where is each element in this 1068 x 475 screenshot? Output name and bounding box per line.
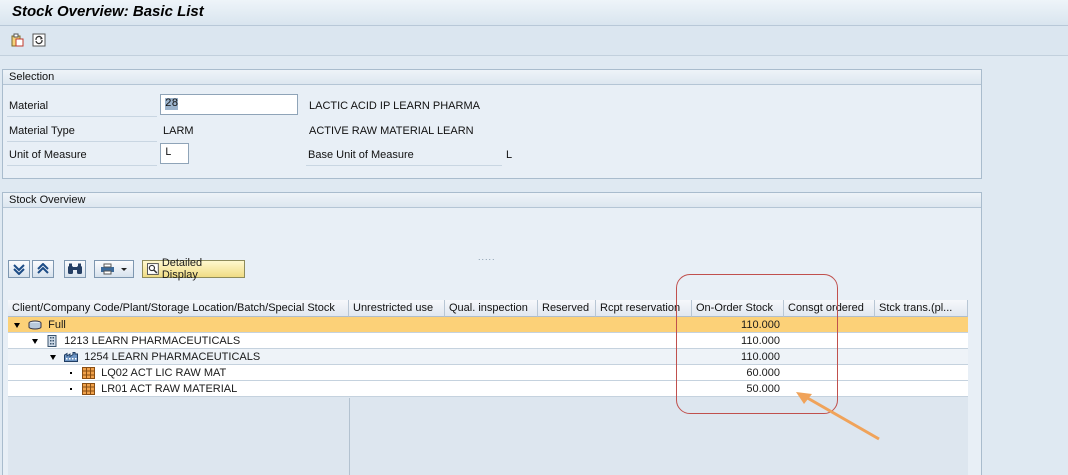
selection-header: Selection <box>3 70 981 85</box>
dropdown-arrow-icon <box>121 268 127 271</box>
material-description: LACTIC ACID IP LEARN PHARMA <box>309 100 480 112</box>
column-header-qual-inspection[interactable]: Qual. inspection <box>445 300 538 317</box>
expand-all-icon[interactable] <box>8 260 30 278</box>
company-code-icon <box>47 335 57 348</box>
uom-label: Unit of Measure <box>9 149 87 161</box>
selection-group: Selection <box>2 69 982 179</box>
row-label: 1254 LEARN PHARMACEUTICALS <box>84 351 261 363</box>
collapse-node-icon[interactable] <box>32 338 38 344</box>
material-label: Material <box>9 100 49 112</box>
column-header-stock-transfer[interactable]: Stck trans.(pl... <box>875 300 968 317</box>
material-input-value: 28 <box>165 98 179 110</box>
collapse-node-icon[interactable] <box>50 354 56 360</box>
storage-location-icon <box>82 383 96 396</box>
refresh-icon[interactable] <box>31 32 47 48</box>
material-label-line <box>7 116 157 117</box>
title-bar: Stock Overview: Basic List <box>0 0 1068 26</box>
row-label: LQ02 ACT LIC RAW MAT <box>101 367 227 379</box>
column-header-unrestricted[interactable]: Unrestricted use <box>349 300 445 317</box>
printer-icon <box>101 263 114 275</box>
binoculars-icon[interactable] <box>64 260 86 278</box>
uom-label-line <box>7 165 157 166</box>
material-type-label-line <box>7 141 157 142</box>
column-header-reserved[interactable]: Reserved <box>538 300 596 317</box>
splitter-handle[interactable]: ..... <box>478 252 496 262</box>
material-type-label: Material Type <box>9 125 75 137</box>
row-label: 1213 LEARN PHARMACEUTICALS <box>64 335 241 347</box>
material-input[interactable]: 28 <box>160 94 298 115</box>
column-header-hierarchy[interactable]: Client/Company Code/Plant/Storage Locati… <box>8 300 349 317</box>
clipboard-icon[interactable] <box>9 32 25 48</box>
stock-overview-header: Stock Overview <box>3 193 981 208</box>
annotation-arrow-icon <box>796 392 880 441</box>
uom-input[interactable]: L <box>160 143 189 164</box>
base-uom-label: Base Unit of Measure <box>308 149 414 161</box>
detailed-display-button[interactable]: Detailed Display <box>142 257 245 281</box>
plant-icon <box>64 352 79 363</box>
print-menu-button[interactable] <box>94 260 134 278</box>
leaf-bullet <box>70 372 72 375</box>
database-icon <box>28 320 42 330</box>
leaf-bullet <box>70 388 72 391</box>
collapse-node-icon[interactable] <box>14 322 20 328</box>
window-title: Stock Overview: Basic List <box>12 3 204 20</box>
storage-location-icon <box>82 367 96 380</box>
base-uom-value: L <box>506 149 513 161</box>
row-label: Full <box>48 319 66 331</box>
collapse-all-icon[interactable] <box>32 260 54 278</box>
application-toolbar <box>0 26 1068 56</box>
base-uom-label-line <box>306 165 502 166</box>
detailed-display-label: Detailed Display <box>161 257 203 281</box>
row-label: LR01 ACT RAW MATERIAL <box>101 383 238 395</box>
material-type-description: ACTIVE RAW MATERIAL LEARN <box>309 125 474 137</box>
magnifier-icon <box>147 263 159 275</box>
column-divider <box>349 398 350 475</box>
material-type-value: LARM <box>163 125 194 137</box>
